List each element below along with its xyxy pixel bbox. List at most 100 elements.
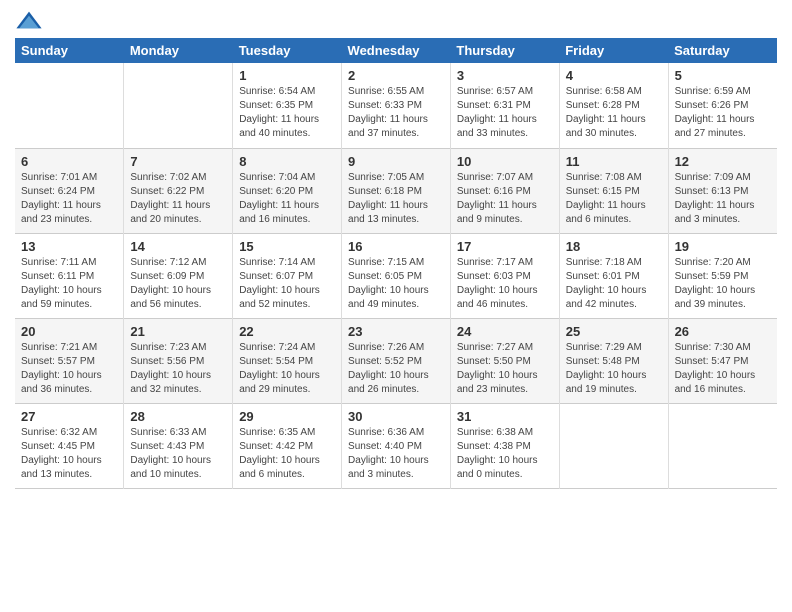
day-info: Sunrise: 6:38 AM Sunset: 4:38 PM Dayligh… bbox=[457, 426, 553, 482]
day-number: 6 bbox=[21, 154, 117, 169]
calendar-cell bbox=[559, 403, 668, 488]
calendar-cell: 5 Sunrise: 6:59 AM Sunset: 6:26 PM Daylig… bbox=[668, 63, 777, 148]
day-info: Sunrise: 7:26 AM Sunset: 5:52 PM Dayligh… bbox=[348, 341, 444, 397]
day-info: Sunrise: 7:21 AM Sunset: 5:57 PM Dayligh… bbox=[21, 341, 117, 397]
col-header-saturday: Saturday bbox=[668, 38, 777, 63]
day-info: Sunrise: 7:12 AM Sunset: 6:09 PM Dayligh… bbox=[130, 256, 226, 312]
col-header-monday: Monday bbox=[124, 38, 233, 63]
col-header-tuesday: Tuesday bbox=[233, 38, 342, 63]
day-info: Sunrise: 7:05 AM Sunset: 6:18 PM Dayligh… bbox=[348, 171, 444, 227]
day-number: 13 bbox=[21, 239, 117, 254]
calendar-cell bbox=[668, 403, 777, 488]
day-number: 20 bbox=[21, 324, 117, 339]
calendar-header-row: SundayMondayTuesdayWednesdayThursdayFrid… bbox=[15, 38, 777, 63]
calendar-cell: 25Sunrise: 7:29 AM Sunset: 5:48 PM Dayli… bbox=[559, 318, 668, 403]
day-number: 8 bbox=[239, 154, 335, 169]
day-number: 21 bbox=[130, 324, 226, 339]
day-info: Sunrise: 6:59 AM Sunset: 6:26 PM Dayligh… bbox=[675, 85, 771, 141]
day-number: 5 bbox=[675, 68, 771, 83]
calendar-cell: 1 Sunrise: 6:54 AM Sunset: 6:35 PM Daylig… bbox=[233, 63, 342, 148]
calendar-week-4: 20 Sunrise: 7:21 AM Sunset: 5:57 PM Dayli… bbox=[15, 318, 777, 403]
day-number: 12 bbox=[675, 154, 771, 169]
generalblue-logo-icon bbox=[15, 10, 43, 30]
day-info: Sunrise: 7:20 AM Sunset: 5:59 PM Dayligh… bbox=[675, 256, 771, 312]
day-number: 22 bbox=[239, 324, 335, 339]
day-info: Sunrise: 6:54 AM Sunset: 6:35 PM Dayligh… bbox=[239, 85, 335, 141]
day-info: Sunrise: 6:57 AM Sunset: 6:31 PM Dayligh… bbox=[457, 85, 553, 141]
calendar-cell: 21 Sunrise: 7:23 AM Sunset: 5:56 PM Dayli… bbox=[124, 318, 233, 403]
calendar-cell: 13 Sunrise: 7:11 AM Sunset: 6:11 PM Dayli… bbox=[15, 233, 124, 318]
day-number: 29 bbox=[239, 409, 335, 424]
day-number: 30 bbox=[348, 409, 444, 424]
day-number: 24 bbox=[457, 324, 553, 339]
day-number: 14 bbox=[130, 239, 226, 254]
calendar-cell: 3 Sunrise: 6:57 AM Sunset: 6:31 PM Daylig… bbox=[450, 63, 559, 148]
col-header-friday: Friday bbox=[559, 38, 668, 63]
day-number: 26 bbox=[675, 324, 771, 339]
day-number: 18 bbox=[566, 239, 662, 254]
calendar-cell: 10 Sunrise: 7:07 AM Sunset: 6:16 PM Dayli… bbox=[450, 148, 559, 233]
calendar-week-2: 6 Sunrise: 7:01 AM Sunset: 6:24 PM Daylig… bbox=[15, 148, 777, 233]
day-info: Sunrise: 6:33 AM Sunset: 4:43 PM Dayligh… bbox=[130, 426, 226, 482]
day-info: Sunrise: 7:17 AM Sunset: 6:03 PM Dayligh… bbox=[457, 256, 553, 312]
calendar-week-5: 27Sunrise: 6:32 AM Sunset: 4:45 PM Dayli… bbox=[15, 403, 777, 488]
calendar-cell: 22 Sunrise: 7:24 AM Sunset: 5:54 PM Dayli… bbox=[233, 318, 342, 403]
calendar-cell: 11 Sunrise: 7:08 AM Sunset: 6:15 PM Dayli… bbox=[559, 148, 668, 233]
col-header-wednesday: Wednesday bbox=[342, 38, 451, 63]
day-info: Sunrise: 7:08 AM Sunset: 6:15 PM Dayligh… bbox=[566, 171, 662, 227]
day-info: Sunrise: 7:02 AM Sunset: 6:22 PM Dayligh… bbox=[130, 171, 226, 227]
day-number: 11 bbox=[566, 154, 662, 169]
calendar-cell: 20 Sunrise: 7:21 AM Sunset: 5:57 PM Dayli… bbox=[15, 318, 124, 403]
day-info: Sunrise: 7:09 AM Sunset: 6:13 PM Dayligh… bbox=[675, 171, 771, 227]
day-number: 17 bbox=[457, 239, 553, 254]
calendar-cell: 31Sunrise: 6:38 AM Sunset: 4:38 PM Dayli… bbox=[450, 403, 559, 488]
calendar-cell: 12 Sunrise: 7:09 AM Sunset: 6:13 PM Dayli… bbox=[668, 148, 777, 233]
day-info: Sunrise: 7:27 AM Sunset: 5:50 PM Dayligh… bbox=[457, 341, 553, 397]
day-number: 7 bbox=[130, 154, 226, 169]
logo bbox=[15, 10, 47, 30]
calendar-cell: 28Sunrise: 6:33 AM Sunset: 4:43 PM Dayli… bbox=[124, 403, 233, 488]
calendar-cell: 16Sunrise: 7:15 AM Sunset: 6:05 PM Dayli… bbox=[342, 233, 451, 318]
day-number: 9 bbox=[348, 154, 444, 169]
calendar-cell: 6 Sunrise: 7:01 AM Sunset: 6:24 PM Daylig… bbox=[15, 148, 124, 233]
day-info: Sunrise: 7:23 AM Sunset: 5:56 PM Dayligh… bbox=[130, 341, 226, 397]
day-info: Sunrise: 6:55 AM Sunset: 6:33 PM Dayligh… bbox=[348, 85, 444, 141]
day-info: Sunrise: 7:30 AM Sunset: 5:47 PM Dayligh… bbox=[675, 341, 771, 397]
calendar-week-1: 1 Sunrise: 6:54 AM Sunset: 6:35 PM Daylig… bbox=[15, 63, 777, 148]
calendar-cell: 24 Sunrise: 7:27 AM Sunset: 5:50 PM Dayli… bbox=[450, 318, 559, 403]
col-header-thursday: Thursday bbox=[450, 38, 559, 63]
day-number: 1 bbox=[239, 68, 335, 83]
day-info: Sunrise: 7:11 AM Sunset: 6:11 PM Dayligh… bbox=[21, 256, 117, 312]
calendar-cell: 29 Sunrise: 6:35 AM Sunset: 4:42 PM Dayli… bbox=[233, 403, 342, 488]
calendar-cell: 9 Sunrise: 7:05 AM Sunset: 6:18 PM Daylig… bbox=[342, 148, 451, 233]
calendar-cell bbox=[124, 63, 233, 148]
calendar-cell: 18 Sunrise: 7:18 AM Sunset: 6:01 PM Dayli… bbox=[559, 233, 668, 318]
calendar-cell: 26 Sunrise: 7:30 AM Sunset: 5:47 PM Dayli… bbox=[668, 318, 777, 403]
calendar-cell: 2Sunrise: 6:55 AM Sunset: 6:33 PM Daylig… bbox=[342, 63, 451, 148]
page-header bbox=[15, 10, 777, 30]
day-info: Sunrise: 7:07 AM Sunset: 6:16 PM Dayligh… bbox=[457, 171, 553, 227]
day-info: Sunrise: 7:04 AM Sunset: 6:20 PM Dayligh… bbox=[239, 171, 335, 227]
day-number: 19 bbox=[675, 239, 771, 254]
day-number: 10 bbox=[457, 154, 553, 169]
day-info: Sunrise: 6:36 AM Sunset: 4:40 PM Dayligh… bbox=[348, 426, 444, 482]
calendar-cell: 17 Sunrise: 7:17 AM Sunset: 6:03 PM Dayli… bbox=[450, 233, 559, 318]
day-number: 3 bbox=[457, 68, 553, 83]
day-info: Sunrise: 7:14 AM Sunset: 6:07 PM Dayligh… bbox=[239, 256, 335, 312]
day-info: Sunrise: 6:35 AM Sunset: 4:42 PM Dayligh… bbox=[239, 426, 335, 482]
calendar-cell: 30 Sunrise: 6:36 AM Sunset: 4:40 PM Dayli… bbox=[342, 403, 451, 488]
day-info: Sunrise: 6:58 AM Sunset: 6:28 PM Dayligh… bbox=[566, 85, 662, 141]
day-info: Sunrise: 7:15 AM Sunset: 6:05 PM Dayligh… bbox=[348, 256, 444, 312]
col-header-sunday: Sunday bbox=[15, 38, 124, 63]
day-info: Sunrise: 7:18 AM Sunset: 6:01 PM Dayligh… bbox=[566, 256, 662, 312]
day-number: 4 bbox=[566, 68, 662, 83]
calendar-cell: 23 Sunrise: 7:26 AM Sunset: 5:52 PM Dayli… bbox=[342, 318, 451, 403]
calendar-cell: 4 Sunrise: 6:58 AM Sunset: 6:28 PM Daylig… bbox=[559, 63, 668, 148]
calendar-cell: 14 Sunrise: 7:12 AM Sunset: 6:09 PM Dayli… bbox=[124, 233, 233, 318]
day-number: 27 bbox=[21, 409, 117, 424]
day-info: Sunrise: 7:24 AM Sunset: 5:54 PM Dayligh… bbox=[239, 341, 335, 397]
calendar-cell: 27Sunrise: 6:32 AM Sunset: 4:45 PM Dayli… bbox=[15, 403, 124, 488]
calendar-cell: 7 Sunrise: 7:02 AM Sunset: 6:22 PM Daylig… bbox=[124, 148, 233, 233]
day-number: 23 bbox=[348, 324, 444, 339]
day-info: Sunrise: 7:01 AM Sunset: 6:24 PM Dayligh… bbox=[21, 171, 117, 227]
